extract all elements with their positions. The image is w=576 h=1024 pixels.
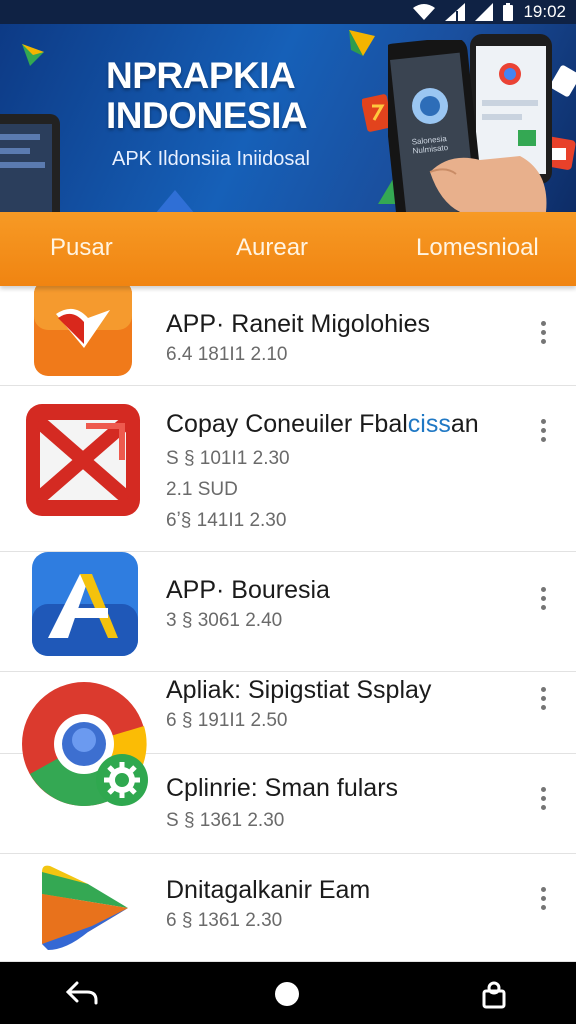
orange-red-ribbon-icon <box>34 286 132 376</box>
overflow-menu-icon[interactable] <box>530 880 556 916</box>
app-meta: S § 101I1 2.30 <box>166 448 290 469</box>
hand-illustration <box>429 156 547 212</box>
gem-decoration <box>22 44 44 66</box>
app-name: APP· Bouresia <box>166 576 330 604</box>
app-meta: 6.4 181I1 2.10 <box>166 344 288 365</box>
app-list: APP· Raneit Migolohies 6.4 181I1 2.10 Co… <box>0 286 576 962</box>
back-icon[interactable] <box>64 976 100 1012</box>
blue-a-icon <box>32 552 138 656</box>
overflow-menu-icon[interactable] <box>530 412 556 448</box>
app-meta: 6 § 191I1 2.50 <box>166 710 288 731</box>
overflow-menu-icon[interactable] <box>530 780 556 816</box>
navigation-bar <box>0 962 576 1024</box>
app-meta: 2.1 SUD <box>166 479 238 500</box>
chrome-gear-icon <box>22 682 148 806</box>
play-triangle-icon <box>42 865 128 950</box>
banner-title: NPRAPKIA INDONESIA <box>106 56 386 136</box>
overflow-menu-icon[interactable] <box>530 314 556 350</box>
app-name-accent: ciss <box>407 410 451 438</box>
overflow-menu-icon[interactable] <box>530 580 556 616</box>
battery-icon <box>503 3 514 21</box>
signal-icon <box>475 3 494 21</box>
tab-aurear[interactable]: Aurear <box>236 234 308 262</box>
status-icons: 19:02 <box>413 0 566 24</box>
app-name: Dnitagalkanir Eam <box>166 876 371 904</box>
app-meta: 3 § 3061 2.40 <box>166 610 283 631</box>
app-name-tail: an <box>450 410 479 438</box>
app-name-main: Copay Coneuiler Fbal <box>166 410 408 438</box>
overflow-menu-icon[interactable] <box>530 680 556 716</box>
list-item[interactable]: APP· Raneit Migolohies 6.4 181I1 2.10 <box>0 286 576 386</box>
tab-pusar[interactable]: Pusar <box>50 234 113 262</box>
list-item[interactable]: Dnitagalkanir Eam 6 § 1361 2.30 <box>0 854 576 962</box>
app-name: Cplinrie: Sman fulars <box>166 774 399 802</box>
app-meta: S § 1361 2.30 <box>166 810 285 831</box>
banner-title-line2: INDONESIA <box>106 95 308 136</box>
banner-title-line1: NPRAPKIA <box>106 55 296 96</box>
app-name: APP· Raneit Migolohies <box>166 310 431 338</box>
app-meta: 6 § 1361 2.30 <box>166 910 283 931</box>
gem-decoration <box>349 30 375 56</box>
category-tabs: Pusar Aurear Lomesnioal <box>0 212 576 286</box>
home-icon[interactable] <box>269 976 305 1012</box>
app-name: Apliak: Sipigstiat Ssplay <box>166 676 432 704</box>
red-x-icon <box>26 404 140 516</box>
promo-banner[interactable]: Salonesia Nulmisato NPRAPKIA INDONESIA A… <box>0 24 576 212</box>
gem-decoration <box>156 190 194 212</box>
status-bar: 19:02 <box>0 0 576 24</box>
app-meta: 6ʼ§ 141I1 2.30 <box>166 510 287 531</box>
recents-icon[interactable] <box>476 976 512 1012</box>
wifi-icon <box>413 4 436 20</box>
list-item[interactable]: Copay Coneuiler Fbalcissan S § 101I1 2.3… <box>0 386 576 552</box>
tab-lomesnioal[interactable]: Lomesnioal <box>416 234 539 262</box>
phone-illustration <box>0 114 60 212</box>
list-item[interactable]: APP· Bouresia 3 § 3061 2.40 <box>0 552 576 672</box>
status-time: 19:02 <box>523 2 566 21</box>
signal-icon <box>445 3 466 21</box>
banner-subtitle: APK Ildonsiia Iniidosal <box>112 148 310 170</box>
app-name: Copay Coneuiler Fbalcissan <box>166 410 479 439</box>
